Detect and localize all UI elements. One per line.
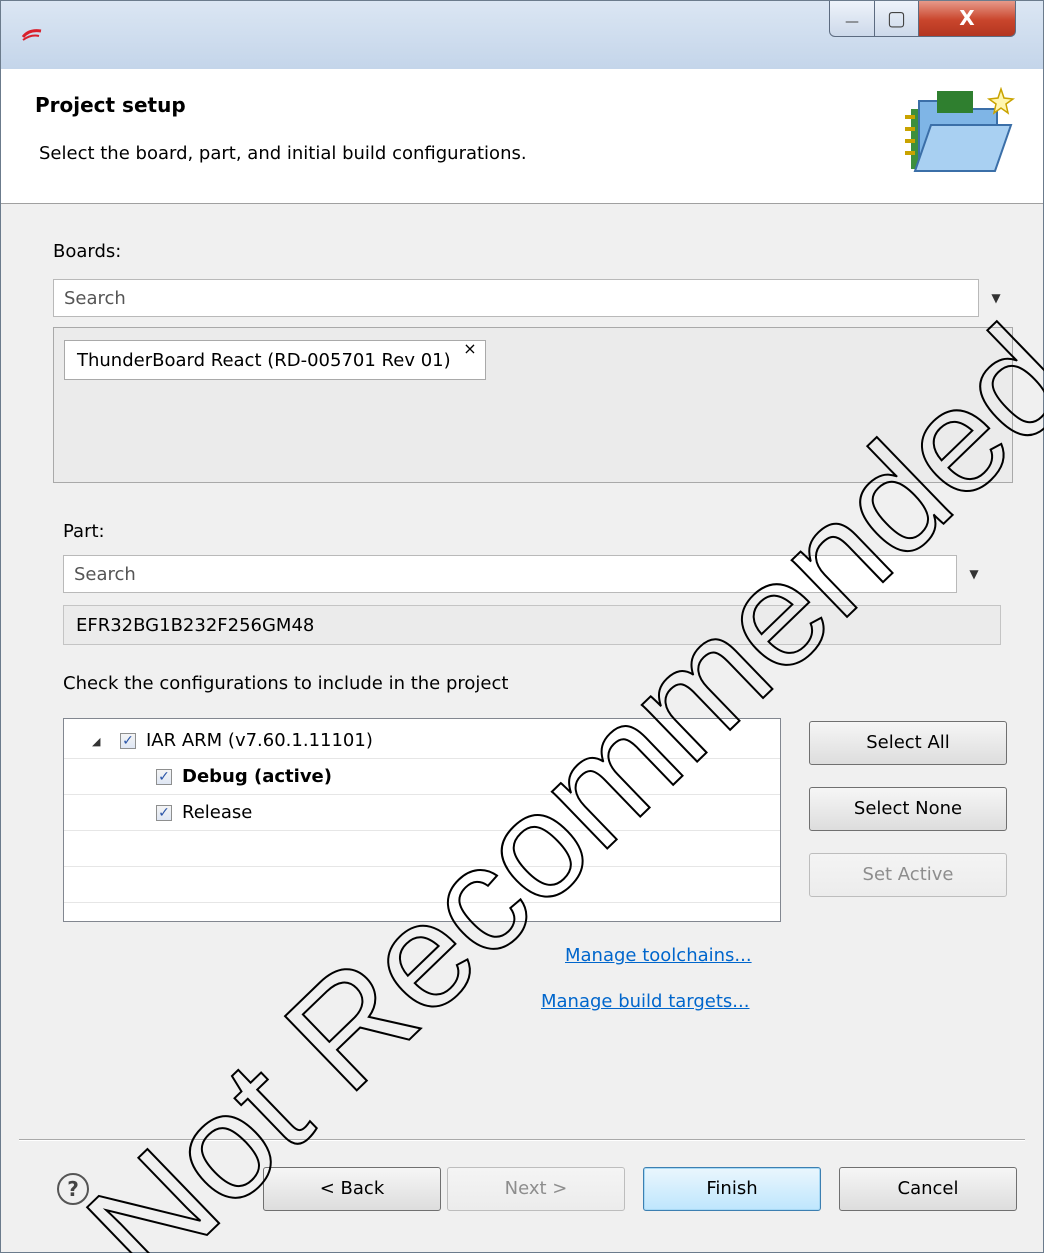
footer-divider: [19, 1139, 1025, 1141]
boards-dropdown-icon[interactable]: ▼: [985, 279, 1007, 317]
debug-label: Debug (active): [182, 766, 332, 787]
silicon-labs-logo-icon: [21, 29, 42, 41]
tree-row-release[interactable]: ✓ Release: [64, 795, 780, 831]
configurations-label: Check the configurations to include in t…: [63, 673, 509, 694]
close-button[interactable]: X: [918, 1, 1016, 37]
maximize-button[interactable]: ▢: [874, 1, 919, 37]
release-checkbox[interactable]: ✓: [156, 805, 172, 821]
board-chip[interactable]: ThunderBoard React (RD-005701 Rev 01) ×: [64, 339, 486, 380]
select-none-button[interactable]: Select None: [809, 787, 1007, 831]
back-button[interactable]: < Back: [263, 1167, 441, 1211]
close-icon: X: [959, 6, 975, 30]
toolchain-checkbox[interactable]: ✓: [120, 733, 136, 749]
tree-row-debug[interactable]: ✓ Debug (active): [64, 759, 780, 795]
new-project-wizard-window: — ▢ X Project setup Select the board, pa…: [0, 0, 1044, 1253]
board-chip-label: ThunderBoard React (RD-005701 Rev 01): [77, 350, 451, 371]
part-search-input[interactable]: Search: [63, 555, 957, 593]
page-subtitle: Select the board, part, and initial buil…: [39, 143, 527, 164]
collapse-arrow-icon[interactable]: ◢: [92, 735, 100, 748]
configurations-tree: ◢ ✓ IAR ARM (v7.60.1.11101) ✓ Debug (act…: [63, 718, 781, 922]
tree-row-empty: [64, 831, 780, 867]
set-active-button[interactable]: Set Active: [809, 853, 1007, 897]
remove-board-icon[interactable]: ×: [463, 339, 476, 358]
title-bar: — ▢ X: [1, 1, 1043, 69]
next-button[interactable]: Next >: [447, 1167, 625, 1211]
finish-button[interactable]: Finish: [643, 1167, 821, 1211]
help-icon[interactable]: ?: [57, 1173, 89, 1205]
page-title: Project setup: [35, 93, 186, 117]
toolchain-label: IAR ARM (v7.60.1.11101): [146, 730, 373, 751]
boards-search-input[interactable]: Search: [53, 279, 979, 317]
minimize-button[interactable]: —: [829, 1, 875, 37]
debug-checkbox[interactable]: ✓: [156, 769, 172, 785]
manage-toolchains-link[interactable]: Manage toolchains...: [565, 945, 752, 966]
release-label: Release: [182, 802, 253, 823]
part-label: Part:: [63, 521, 105, 542]
boards-label: Boards:: [53, 241, 122, 262]
select-all-button[interactable]: Select All: [809, 721, 1007, 765]
manage-build-targets-link[interactable]: Manage build targets...: [541, 991, 749, 1012]
cancel-button[interactable]: Cancel: [839, 1167, 1017, 1211]
tree-row-empty: [64, 867, 780, 903]
maximize-icon: ▢: [887, 6, 906, 30]
part-dropdown-icon[interactable]: ▼: [963, 555, 985, 593]
selected-boards-list: ThunderBoard React (RD-005701 Rev 01) ×: [53, 327, 1013, 483]
tree-row-toolchain[interactable]: ◢ ✓ IAR ARM (v7.60.1.11101): [64, 723, 780, 759]
minimize-icon: —: [845, 14, 859, 30]
new-project-folder-icon: [905, 87, 1016, 172]
wizard-header: Project setup Select the board, part, an…: [1, 69, 1043, 204]
selected-part-value: EFR32BG1B232F256GM48: [63, 605, 1001, 645]
